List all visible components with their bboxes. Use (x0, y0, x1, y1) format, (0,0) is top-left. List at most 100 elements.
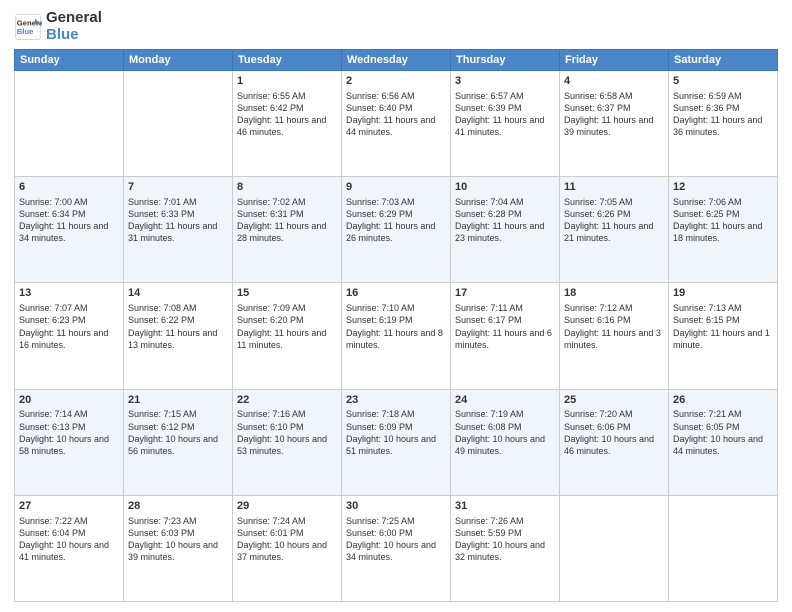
col-tuesday: Tuesday (233, 50, 342, 71)
table-row: 11Sunrise: 7:05 AM Sunset: 6:26 PM Dayli… (560, 177, 669, 283)
table-row (669, 495, 778, 601)
day-number: 14 (128, 286, 228, 301)
day-number: 18 (564, 286, 664, 301)
logo: General Blue General Blue (14, 10, 102, 43)
table-row (124, 71, 233, 177)
table-row: 24Sunrise: 7:19 AM Sunset: 6:08 PM Dayli… (451, 389, 560, 495)
logo-text-blue: Blue (46, 27, 102, 44)
table-row: 28Sunrise: 7:23 AM Sunset: 6:03 PM Dayli… (124, 495, 233, 601)
day-number: 5 (673, 74, 773, 89)
day-info: Sunrise: 7:19 AM Sunset: 6:08 PM Dayligh… (455, 408, 555, 457)
day-number: 7 (128, 180, 228, 195)
day-info: Sunrise: 7:09 AM Sunset: 6:20 PM Dayligh… (237, 302, 337, 351)
day-number: 24 (455, 393, 555, 408)
table-row: 27Sunrise: 7:22 AM Sunset: 6:04 PM Dayli… (15, 495, 124, 601)
table-row (560, 495, 669, 601)
day-info: Sunrise: 7:03 AM Sunset: 6:29 PM Dayligh… (346, 196, 446, 245)
day-info: Sunrise: 7:12 AM Sunset: 6:16 PM Dayligh… (564, 302, 664, 351)
day-number: 17 (455, 286, 555, 301)
day-info: Sunrise: 7:06 AM Sunset: 6:25 PM Dayligh… (673, 196, 773, 245)
calendar-week-row: 13Sunrise: 7:07 AM Sunset: 6:23 PM Dayli… (15, 283, 778, 389)
day-info: Sunrise: 6:57 AM Sunset: 6:39 PM Dayligh… (455, 90, 555, 139)
col-sunday: Sunday (15, 50, 124, 71)
day-info: Sunrise: 7:05 AM Sunset: 6:26 PM Dayligh… (564, 196, 664, 245)
col-friday: Friday (560, 50, 669, 71)
day-number: 4 (564, 74, 664, 89)
day-number: 23 (346, 393, 446, 408)
day-number: 1 (237, 74, 337, 89)
day-number: 29 (237, 499, 337, 514)
table-row: 23Sunrise: 7:18 AM Sunset: 6:09 PM Dayli… (342, 389, 451, 495)
page: General Blue General Blue Sunday Monday … (0, 0, 792, 612)
col-monday: Monday (124, 50, 233, 71)
col-wednesday: Wednesday (342, 50, 451, 71)
day-number: 12 (673, 180, 773, 195)
day-info: Sunrise: 6:58 AM Sunset: 6:37 PM Dayligh… (564, 90, 664, 139)
day-info: Sunrise: 7:01 AM Sunset: 6:33 PM Dayligh… (128, 196, 228, 245)
svg-text:Blue: Blue (17, 27, 34, 36)
day-info: Sunrise: 7:11 AM Sunset: 6:17 PM Dayligh… (455, 302, 555, 351)
day-info: Sunrise: 7:20 AM Sunset: 6:06 PM Dayligh… (564, 408, 664, 457)
table-row: 21Sunrise: 7:15 AM Sunset: 6:12 PM Dayli… (124, 389, 233, 495)
day-info: Sunrise: 7:23 AM Sunset: 6:03 PM Dayligh… (128, 515, 228, 564)
day-info: Sunrise: 7:25 AM Sunset: 6:00 PM Dayligh… (346, 515, 446, 564)
day-number: 9 (346, 180, 446, 195)
table-row: 14Sunrise: 7:08 AM Sunset: 6:22 PM Dayli… (124, 283, 233, 389)
table-row: 9Sunrise: 7:03 AM Sunset: 6:29 PM Daylig… (342, 177, 451, 283)
day-info: Sunrise: 7:08 AM Sunset: 6:22 PM Dayligh… (128, 302, 228, 351)
day-number: 28 (128, 499, 228, 514)
table-row: 12Sunrise: 7:06 AM Sunset: 6:25 PM Dayli… (669, 177, 778, 283)
table-row: 2Sunrise: 6:56 AM Sunset: 6:40 PM Daylig… (342, 71, 451, 177)
day-info: Sunrise: 7:18 AM Sunset: 6:09 PM Dayligh… (346, 408, 446, 457)
day-number: 22 (237, 393, 337, 408)
day-info: Sunrise: 7:15 AM Sunset: 6:12 PM Dayligh… (128, 408, 228, 457)
day-info: Sunrise: 7:07 AM Sunset: 6:23 PM Dayligh… (19, 302, 119, 351)
calendar-table: Sunday Monday Tuesday Wednesday Thursday… (14, 49, 778, 602)
logo-icon: General Blue (14, 13, 42, 41)
table-row: 1Sunrise: 6:55 AM Sunset: 6:42 PM Daylig… (233, 71, 342, 177)
col-thursday: Thursday (451, 50, 560, 71)
day-number: 19 (673, 286, 773, 301)
day-info: Sunrise: 7:26 AM Sunset: 5:59 PM Dayligh… (455, 515, 555, 564)
col-saturday: Saturday (669, 50, 778, 71)
logo-text-general: General (46, 10, 102, 27)
day-number: 11 (564, 180, 664, 195)
day-number: 8 (237, 180, 337, 195)
day-info: Sunrise: 7:14 AM Sunset: 6:13 PM Dayligh… (19, 408, 119, 457)
calendar-week-row: 27Sunrise: 7:22 AM Sunset: 6:04 PM Dayli… (15, 495, 778, 601)
table-row: 25Sunrise: 7:20 AM Sunset: 6:06 PM Dayli… (560, 389, 669, 495)
table-row: 8Sunrise: 7:02 AM Sunset: 6:31 PM Daylig… (233, 177, 342, 283)
day-number: 13 (19, 286, 119, 301)
day-info: Sunrise: 7:16 AM Sunset: 6:10 PM Dayligh… (237, 408, 337, 457)
day-info: Sunrise: 6:55 AM Sunset: 6:42 PM Dayligh… (237, 90, 337, 139)
table-row: 18Sunrise: 7:12 AM Sunset: 6:16 PM Dayli… (560, 283, 669, 389)
day-number: 25 (564, 393, 664, 408)
day-number: 21 (128, 393, 228, 408)
table-row: 13Sunrise: 7:07 AM Sunset: 6:23 PM Dayli… (15, 283, 124, 389)
day-info: Sunrise: 7:00 AM Sunset: 6:34 PM Dayligh… (19, 196, 119, 245)
table-row: 5Sunrise: 6:59 AM Sunset: 6:36 PM Daylig… (669, 71, 778, 177)
table-row: 6Sunrise: 7:00 AM Sunset: 6:34 PM Daylig… (15, 177, 124, 283)
calendar-week-row: 6Sunrise: 7:00 AM Sunset: 6:34 PM Daylig… (15, 177, 778, 283)
table-row: 29Sunrise: 7:24 AM Sunset: 6:01 PM Dayli… (233, 495, 342, 601)
day-info: Sunrise: 7:13 AM Sunset: 6:15 PM Dayligh… (673, 302, 773, 351)
table-row: 7Sunrise: 7:01 AM Sunset: 6:33 PM Daylig… (124, 177, 233, 283)
table-row: 15Sunrise: 7:09 AM Sunset: 6:20 PM Dayli… (233, 283, 342, 389)
day-info: Sunrise: 7:10 AM Sunset: 6:19 PM Dayligh… (346, 302, 446, 351)
table-row: 3Sunrise: 6:57 AM Sunset: 6:39 PM Daylig… (451, 71, 560, 177)
day-number: 31 (455, 499, 555, 514)
day-number: 2 (346, 74, 446, 89)
day-info: Sunrise: 7:22 AM Sunset: 6:04 PM Dayligh… (19, 515, 119, 564)
calendar-week-row: 20Sunrise: 7:14 AM Sunset: 6:13 PM Dayli… (15, 389, 778, 495)
table-row: 31Sunrise: 7:26 AM Sunset: 5:59 PM Dayli… (451, 495, 560, 601)
header: General Blue General Blue (14, 10, 778, 43)
table-row: 19Sunrise: 7:13 AM Sunset: 6:15 PM Dayli… (669, 283, 778, 389)
table-row: 30Sunrise: 7:25 AM Sunset: 6:00 PM Dayli… (342, 495, 451, 601)
day-number: 10 (455, 180, 555, 195)
day-info: Sunrise: 7:04 AM Sunset: 6:28 PM Dayligh… (455, 196, 555, 245)
day-number: 27 (19, 499, 119, 514)
day-number: 20 (19, 393, 119, 408)
day-number: 3 (455, 74, 555, 89)
day-number: 26 (673, 393, 773, 408)
day-info: Sunrise: 7:21 AM Sunset: 6:05 PM Dayligh… (673, 408, 773, 457)
